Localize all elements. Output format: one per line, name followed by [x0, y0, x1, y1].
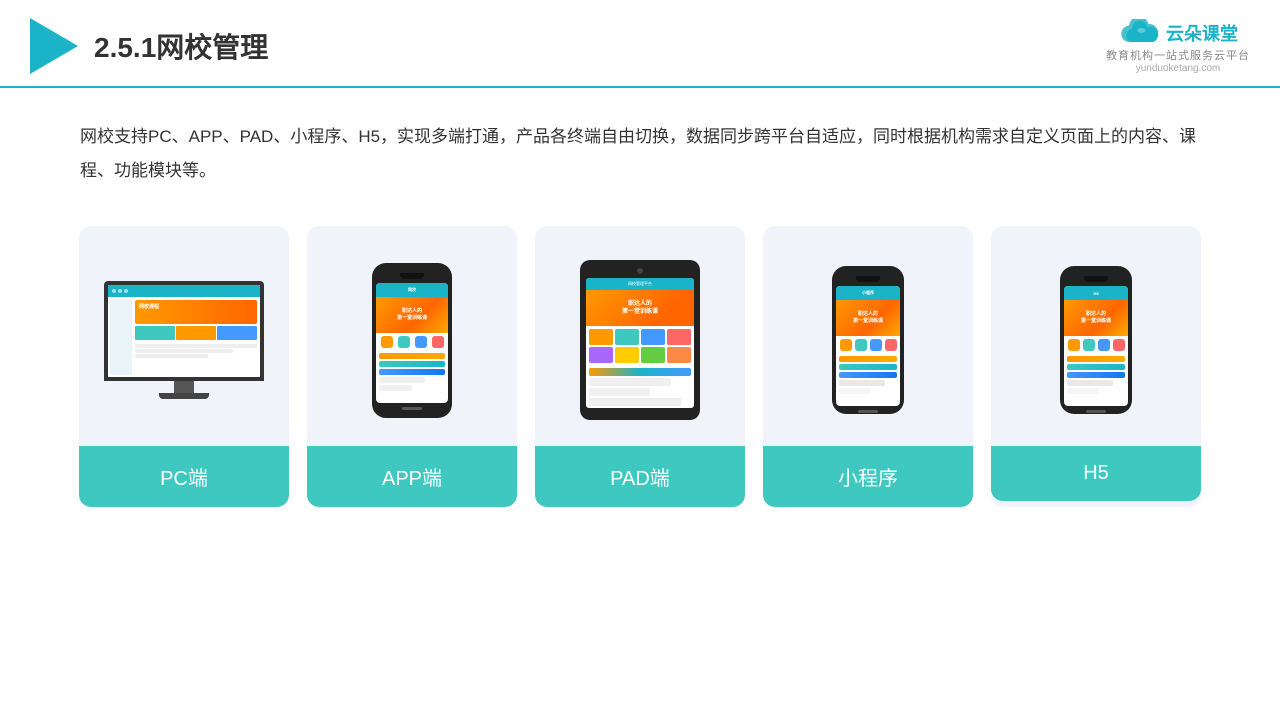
description-text: 网校支持PC、APP、PAD、小程序、H5，实现多端打通，产品各终端自由切换，数… [80, 120, 1200, 188]
card-pad: 网校管理平台 职达人的第一堂训练课 [535, 226, 745, 507]
card-app-image: 网校 职达人的第一堂训练课 [307, 226, 517, 446]
card-pad-label: PAD端 [535, 446, 745, 507]
phone-h5-icon: H5 职达人的第一堂训练课 [1060, 266, 1132, 414]
card-pc-label: PC端 [79, 446, 289, 507]
header-right: 云朵课堂 教育机构一站式服务云平台 yunduoketang.com [1106, 19, 1250, 74]
header-left: 2.5.1网校管理 [30, 18, 268, 74]
card-app-label: APP端 [307, 446, 517, 507]
card-mini: 小程序 职达人的第一堂训练课 [763, 226, 973, 507]
page-title: 2.5.1网校管理 [94, 26, 268, 66]
cards-container: 网校课程 [0, 198, 1280, 537]
logo-triangle-icon [30, 18, 78, 74]
brand-name: 云朵课堂 [1166, 20, 1238, 46]
card-pc-image: 网校课程 [79, 226, 289, 446]
card-mini-label: 小程序 [763, 446, 973, 507]
pc-monitor-icon: 网校课程 [104, 281, 264, 399]
header: 2.5.1网校管理 云朵课堂 教育机构一站式服务云平台 yunduoketang… [0, 0, 1280, 88]
tablet-pad-icon: 网校管理平台 职达人的第一堂训练课 [580, 260, 700, 420]
description: 网校支持PC、APP、PAD、小程序、H5，实现多端打通，产品各终端自由切换，数… [0, 88, 1280, 198]
brand-tagline: 教育机构一站式服务云平台 [1106, 47, 1250, 63]
card-h5: H5 职达人的第一堂训练课 [991, 226, 1201, 507]
card-pc: 网校课程 [79, 226, 289, 507]
cloud-icon [1118, 19, 1160, 47]
card-mini-image: 小程序 职达人的第一堂训练课 [763, 226, 973, 446]
phone-app-icon: 网校 职达人的第一堂训练课 [372, 263, 452, 418]
card-app: 网校 职达人的第一堂训练课 [307, 226, 517, 507]
phone-mini-icon: 小程序 职达人的第一堂训练课 [832, 266, 904, 414]
brand-url: yunduoketang.com [1136, 63, 1221, 74]
card-h5-image: H5 职达人的第一堂训练课 [991, 226, 1201, 446]
card-pad-image: 网校管理平台 职达人的第一堂训练课 [535, 226, 745, 446]
cloud-logo: 云朵课堂 [1118, 19, 1238, 47]
card-h5-label: H5 [991, 446, 1201, 501]
